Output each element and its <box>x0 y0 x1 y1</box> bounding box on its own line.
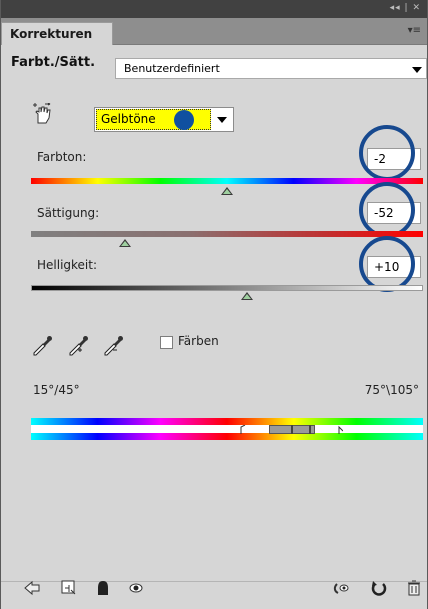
colorize-checkbox[interactable] <box>160 336 173 349</box>
range-left-label: 15°/45° <box>33 383 80 397</box>
previous-state-icon[interactable] <box>332 579 350 597</box>
eyedropper-icon[interactable] <box>31 334 53 356</box>
chevron-down-icon <box>217 117 227 123</box>
lightness-slider-thumb[interactable] <box>240 292 253 300</box>
tab-row: Korrekturen ▾≡ <box>1 18 427 45</box>
adjustment-type-label: Farbt./Sätt. <box>11 55 96 70</box>
annotation-ring-hue <box>359 125 415 181</box>
adjustments-panel: ◂◂ | ✕ Korrekturen ▾≡ Farbt./Sätt. Benut… <box>0 0 428 609</box>
collapse-icon[interactable]: ◂◂ | ✕ <box>390 3 421 13</box>
saturation-label: Sättigung: <box>37 206 100 220</box>
color-spectrum-top <box>31 418 423 425</box>
visibility-eye-icon[interactable] <box>127 579 145 597</box>
annotation-ring-saturation <box>359 182 415 238</box>
trash-icon[interactable] <box>405 579 423 597</box>
eyedropper-plus-icon[interactable] <box>67 334 89 356</box>
color-range-slider[interactable] <box>239 425 343 434</box>
clip-layer-icon[interactable] <box>60 579 78 597</box>
panel-menu-icon[interactable]: ▾≡ <box>408 25 421 36</box>
eyedropper-minus-icon[interactable] <box>102 334 124 356</box>
saturation-slider-thumb[interactable] <box>119 239 132 247</box>
range-right-label: 75°\105° <box>364 383 419 397</box>
range-falloff-right[interactable] <box>239 425 343 434</box>
saturation-slider-track[interactable] <box>31 231 423 237</box>
reset-icon[interactable] <box>370 579 388 597</box>
lightness-slider-track[interactable] <box>31 285 423 291</box>
annotation-ring-lightness <box>359 236 415 292</box>
chevron-down-icon <box>412 67 422 73</box>
annotation-dot <box>174 110 194 130</box>
color-spectrum-bottom <box>31 433 423 440</box>
colorize-label: Färben <box>178 334 219 348</box>
hue-slider-thumb[interactable] <box>221 187 233 195</box>
preset-dropdown[interactable]: Benutzerdefiniert <box>115 58 427 79</box>
lightness-label: Helligkeit: <box>37 258 98 272</box>
hue-slider-track[interactable] <box>31 178 423 184</box>
tab-korrekturen[interactable]: Korrekturen <box>1 22 113 45</box>
hue-label: Farbton: <box>37 150 87 164</box>
hand-target-icon[interactable] <box>31 103 53 125</box>
back-arrow-icon[interactable] <box>23 579 41 597</box>
channel-dropdown[interactable]: Gelbtöne <box>94 107 234 132</box>
preset-value: Benutzerdefiniert <box>124 62 220 75</box>
mask-icon[interactable] <box>94 579 112 597</box>
panel-titlebar: ◂◂ | ✕ <box>1 0 427 18</box>
range-track[interactable] <box>31 425 423 433</box>
